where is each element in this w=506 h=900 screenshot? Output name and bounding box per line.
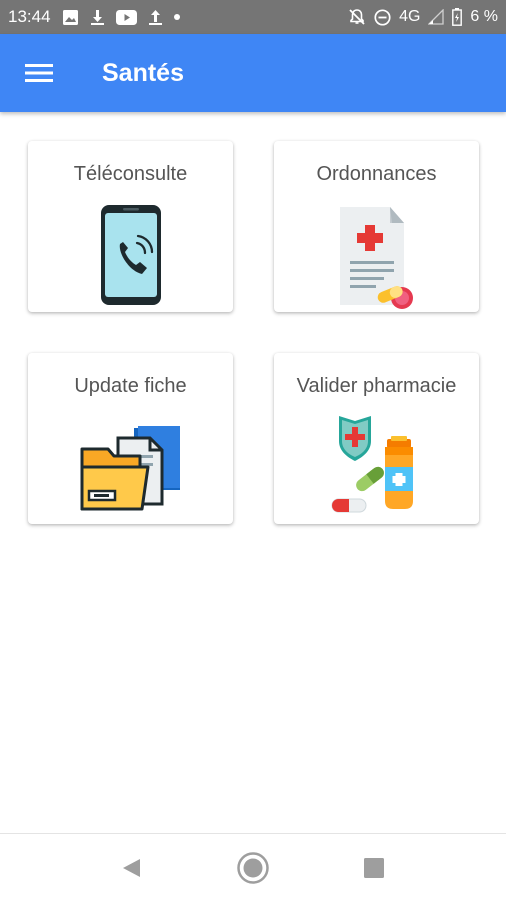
card-ordonnances[interactable]: Ordonnances bbox=[274, 141, 479, 312]
image-icon bbox=[62, 9, 79, 26]
prescription-icon bbox=[340, 207, 413, 309]
status-time: 13:44 bbox=[8, 7, 51, 26]
hamburger-menu-icon bbox=[24, 64, 53, 82]
home-circle-icon bbox=[237, 852, 269, 884]
card-update-fiche[interactable]: Update fiche bbox=[28, 353, 233, 524]
page-title: Santés bbox=[102, 58, 184, 87]
menu-button[interactable] bbox=[0, 34, 80, 112]
battery-icon bbox=[452, 8, 463, 26]
back-button[interactable] bbox=[114, 851, 148, 885]
app-bar: Santés bbox=[0, 34, 506, 112]
upload-icon bbox=[148, 9, 163, 26]
phone-call-icon bbox=[101, 205, 161, 305]
card-teleconsulte[interactable]: Téléconsulte bbox=[28, 141, 233, 312]
card-label: Ordonnances bbox=[316, 163, 437, 185]
download-icon bbox=[90, 9, 105, 26]
network-type: 4G bbox=[399, 8, 421, 25]
card-valider-pharmacie[interactable]: Valider pharmacie bbox=[274, 353, 479, 524]
do-not-disturb-icon bbox=[374, 8, 391, 26]
card-label: Valider pharmacie bbox=[296, 375, 457, 397]
notification-dot-icon bbox=[173, 14, 180, 20]
card-label: Téléconsulte bbox=[73, 163, 188, 185]
status-bar: 13:44 4G 6 % bbox=[0, 0, 506, 34]
signal-icon bbox=[428, 9, 445, 25]
pharmacy-icon bbox=[331, 416, 413, 513]
battery-level: 6 % bbox=[470, 8, 498, 25]
system-navigation-bar bbox=[0, 833, 506, 900]
card-label: Update fiche bbox=[74, 375, 187, 397]
notifications-off-icon bbox=[348, 8, 366, 26]
youtube-icon bbox=[115, 9, 137, 25]
back-triangle-icon bbox=[123, 859, 140, 877]
folder-icon bbox=[80, 426, 180, 511]
home-button[interactable] bbox=[236, 851, 270, 885]
recents-button[interactable] bbox=[357, 851, 391, 885]
recents-square-icon bbox=[364, 858, 384, 878]
